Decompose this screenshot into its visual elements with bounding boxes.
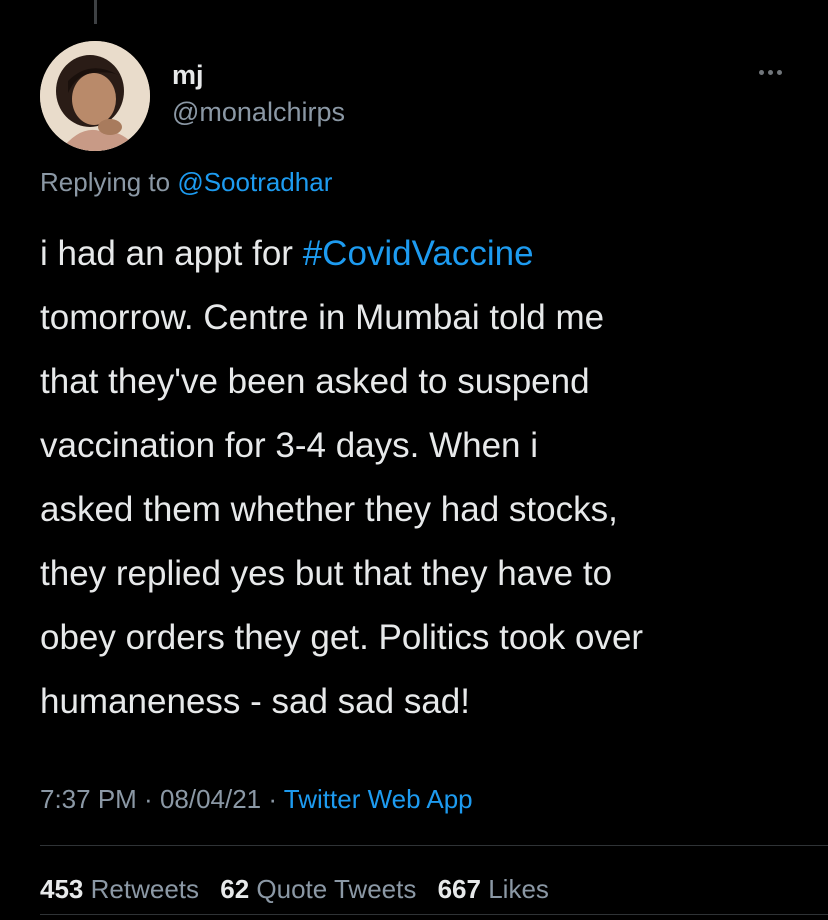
tweet-text-line: obey orders they get. Politics took over: [40, 618, 644, 657]
tweet-text-segment: i had an appt for: [40, 234, 303, 273]
retweets-stat[interactable]: 453 Retweets: [40, 874, 199, 904]
tweet-source-link[interactable]: Twitter Web App: [284, 784, 473, 814]
likes-label: Likes: [488, 874, 549, 904]
thread-connector-line: [94, 0, 97, 24]
retweets-count: 453: [40, 874, 84, 904]
tweet-date[interactable]: 08/04/21: [160, 784, 261, 814]
tweet-text-line: vaccination for 3-4 days. When i: [40, 426, 539, 465]
replying-to-prefix: Replying to: [40, 167, 178, 197]
tweet-text-line: asked them whether they had stocks,: [40, 490, 618, 529]
display-name[interactable]: mj: [172, 60, 204, 90]
meta-separator: ·: [261, 784, 284, 814]
avatar-image: [40, 41, 150, 151]
replying-to-line: Replying to @Sootradhar: [40, 167, 332, 197]
user-handle[interactable]: @monalchirps: [172, 97, 345, 127]
tweet-time[interactable]: 7:37 PM: [40, 784, 137, 814]
quote-tweets-count: 62: [220, 874, 250, 904]
likes-count: 667: [437, 874, 481, 904]
more-dot: [767, 69, 773, 75]
quote-tweets-label: Quote Tweets: [256, 874, 417, 904]
tweet-metadata: 7:37 PM · 08/04/21 · Twitter Web App: [40, 783, 473, 815]
quote-tweets-stat[interactable]: 62 Quote Tweets: [220, 874, 416, 904]
tweet-text-line: tomorrow. Centre in Mumbai told me: [40, 298, 605, 337]
divider: [40, 845, 828, 846]
tweet-text-line: they replied yes but that they have to: [40, 554, 613, 593]
hashtag-link[interactable]: #CovidVaccine: [303, 234, 534, 273]
tweet-text-line: that they've been asked to suspend: [40, 362, 590, 401]
replying-to-link[interactable]: @Sootradhar: [177, 167, 332, 197]
tweet-text: i had an appt for #CovidVaccine tomorrow…: [40, 222, 800, 734]
retweets-label: Retweets: [90, 874, 200, 904]
more-horizontal-icon[interactable]: [750, 62, 790, 82]
tweet-text-line: i had an appt for #CovidVaccine: [40, 222, 800, 286]
avatar[interactable]: [40, 41, 150, 151]
more-dot: [776, 69, 782, 75]
tweet-text-line: humaneness - sad sad sad!: [40, 682, 470, 721]
engagement-stats: 453 Retweets 62 Quote Tweets 667 Likes: [40, 873, 563, 905]
more-dot: [758, 69, 764, 75]
meta-separator: ·: [136, 784, 160, 814]
likes-stat[interactable]: 667 Likes: [438, 874, 549, 904]
divider: [40, 914, 828, 915]
